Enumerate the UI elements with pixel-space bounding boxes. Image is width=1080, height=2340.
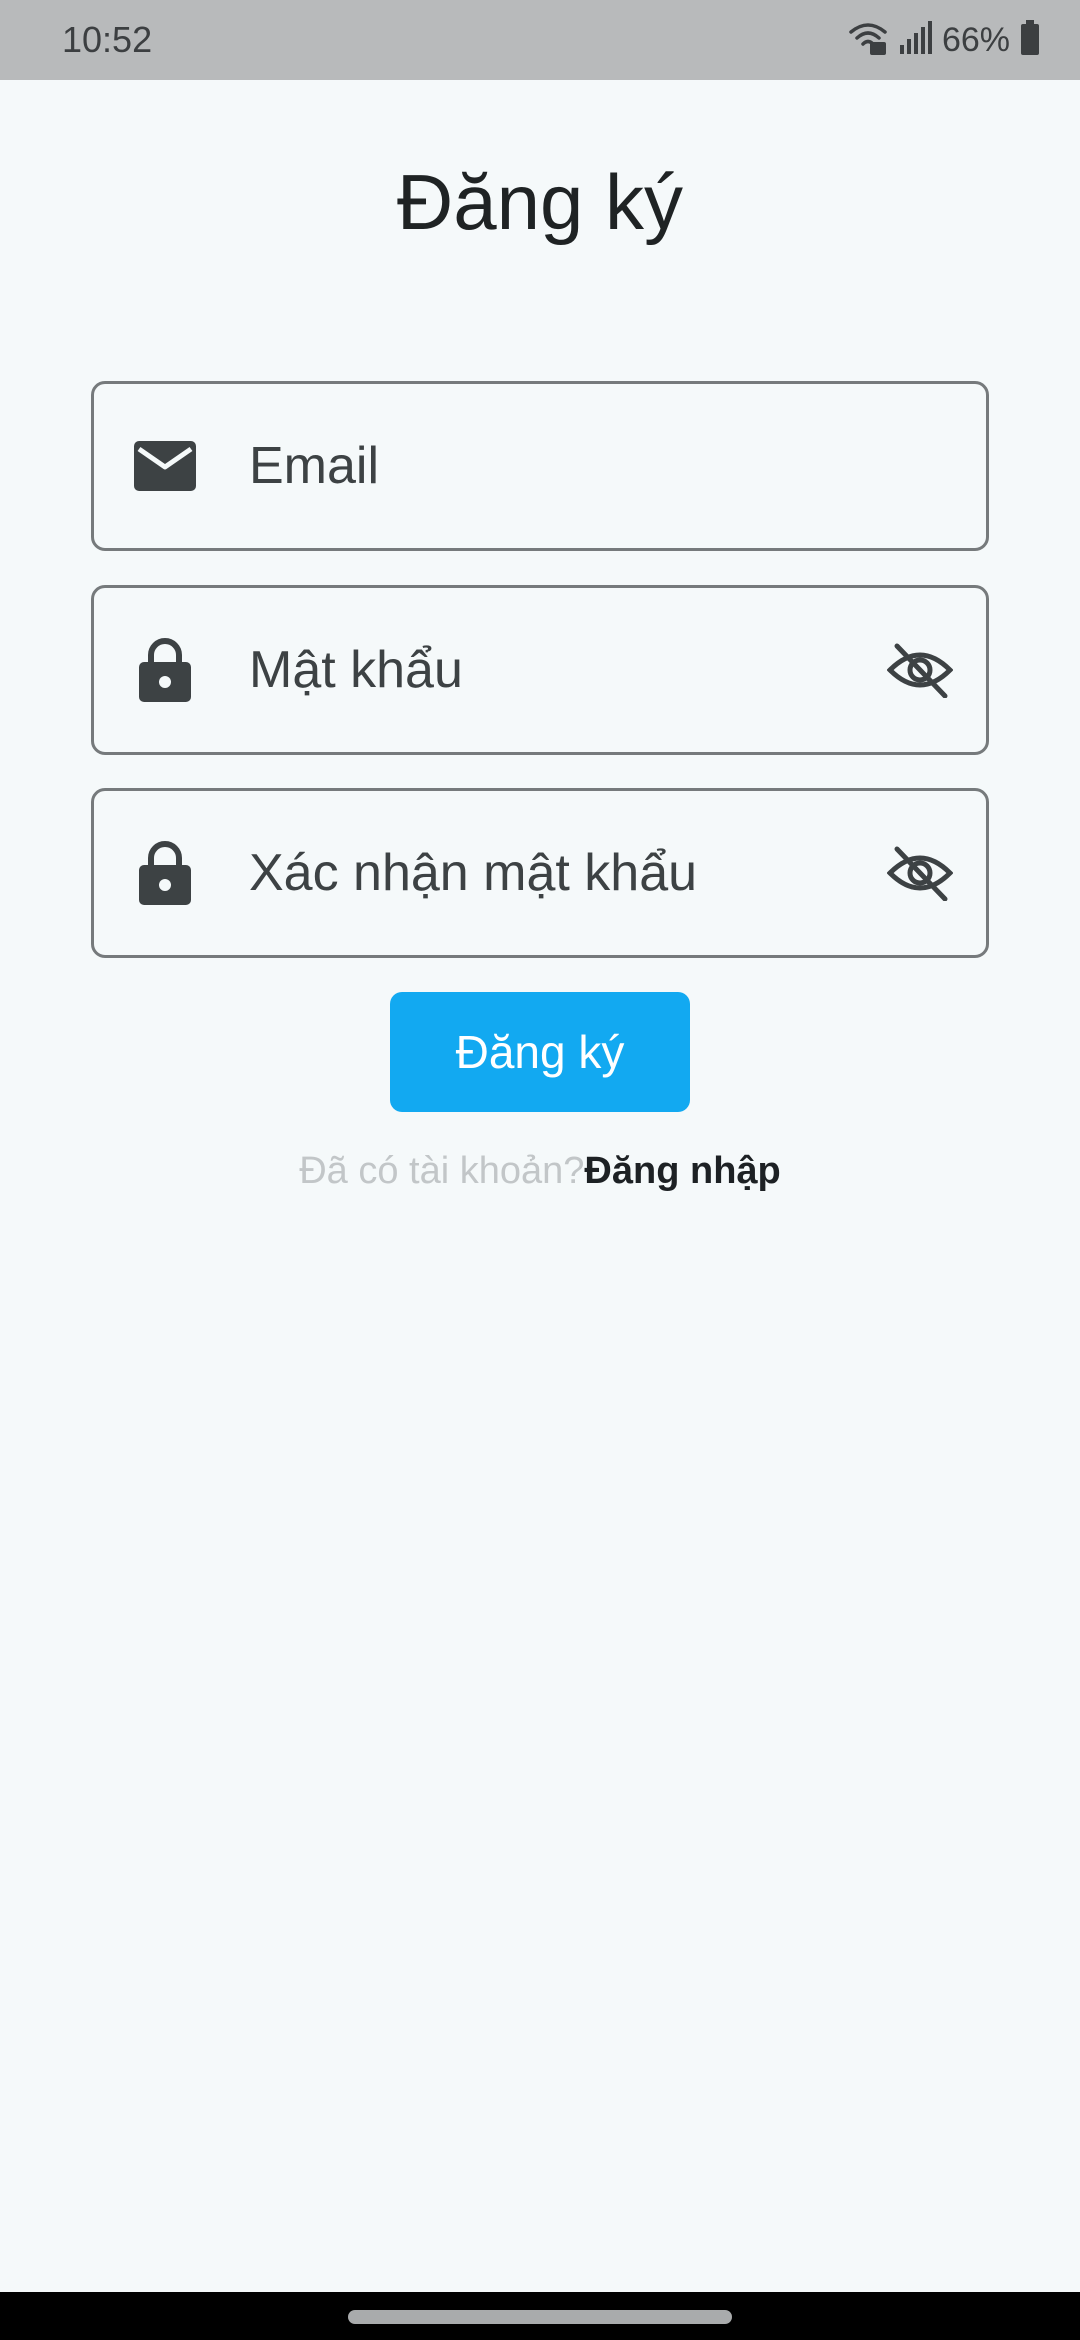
register-button-label: Đăng ký: [455, 1026, 625, 1078]
home-gesture-handle[interactable]: [348, 2310, 732, 2324]
lock-icon: [130, 838, 200, 908]
eye-off-icon[interactable]: [884, 634, 956, 706]
status-bar: 10:52 66%: [0, 0, 1080, 80]
status-indicators: 66%: [848, 18, 1040, 62]
eye-off-icon[interactable]: [884, 837, 956, 909]
register-screen: 10:52 66% Đăng ký Email Mật khẩu Xác nhậ…: [0, 0, 1080, 2340]
cell-signal-icon: [898, 20, 932, 60]
status-time: 10:52: [62, 19, 153, 60]
password-field[interactable]: Mật khẩu: [91, 585, 989, 755]
lock-icon: [130, 635, 200, 705]
mail-icon: [130, 431, 200, 501]
confirm-password-placeholder: Xác nhận mật khẩu: [249, 844, 698, 902]
page-title: Đăng ký: [396, 158, 684, 246]
email-field[interactable]: Email: [91, 381, 989, 551]
login-question: Đã có tài khoản?: [299, 1150, 585, 1192]
battery-percent: 66%: [941, 20, 1010, 59]
login-prompt: Đã có tài khoản?Đăng nhập: [0, 1146, 1080, 1196]
email-placeholder: Email: [249, 437, 380, 495]
confirm-password-field[interactable]: Xác nhận mật khẩu: [91, 788, 989, 958]
register-button[interactable]: Đăng ký: [390, 992, 690, 1112]
navigation-bar: [0, 2292, 1080, 2340]
wifi-calling-icon: [848, 20, 888, 61]
password-placeholder: Mật khẩu: [249, 641, 463, 699]
login-link[interactable]: Đăng nhập: [584, 1150, 780, 1192]
battery-icon: [1020, 19, 1040, 61]
